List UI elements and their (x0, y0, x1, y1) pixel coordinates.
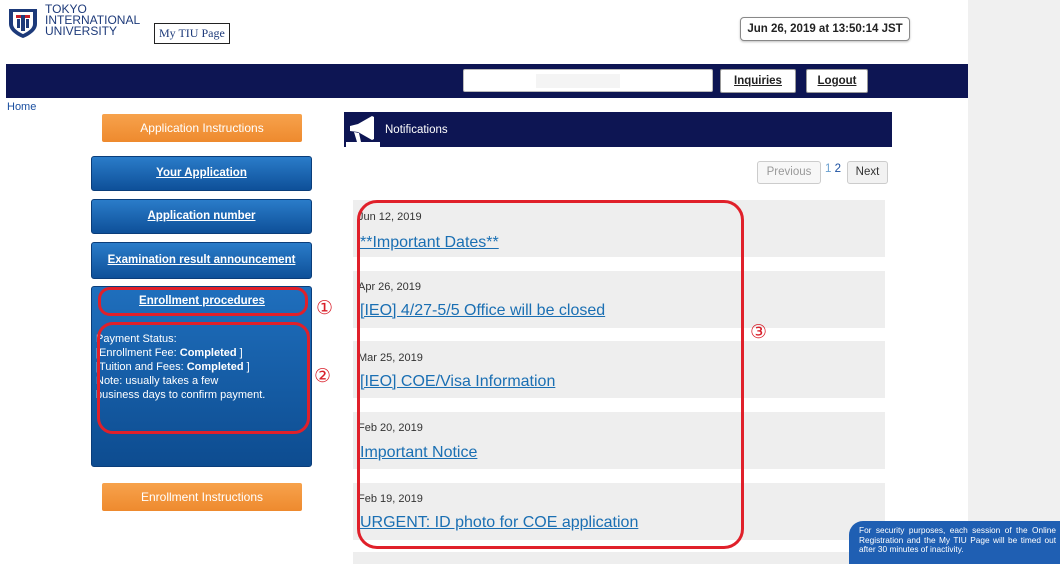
annotation-box-3 (357, 200, 744, 549)
notifications-title: Notifications (385, 124, 448, 136)
logout-button[interactable]: Logout (806, 69, 868, 93)
annotation-box-1 (98, 287, 308, 316)
annotation-number-1: ① (316, 297, 334, 319)
redacted-name (536, 74, 620, 88)
megaphone-icon (346, 112, 380, 148)
page-numbers: 1 2 (825, 163, 841, 175)
university-name-line3: UNIVERSITY (45, 24, 118, 38)
right-margin-panel (968, 0, 1060, 564)
previous-page-button[interactable]: Previous (757, 161, 821, 184)
your-application-button[interactable]: Your Application (91, 156, 312, 191)
user-name-field (463, 69, 713, 92)
inquiries-button[interactable]: Inquiries (720, 69, 796, 93)
page-2-link[interactable]: 2 (835, 163, 841, 175)
university-name: TOKYO INTERNATIONAL UNIVERSITY (45, 3, 140, 38)
my-tiu-page-logo[interactable]: My TIU Page (154, 23, 230, 44)
page-1-link[interactable]: 1 (825, 163, 831, 175)
annotation-number-3: ③ (750, 321, 768, 343)
notification-item-partial (353, 552, 885, 564)
annotation-number-2: ② (314, 365, 332, 387)
session-timeout-notice: For security purposes, each session of t… (849, 521, 1060, 564)
enrollment-instructions-button[interactable]: Enrollment Instructions (102, 483, 302, 511)
current-datetime: Jun 26, 2019 at 13:50:14 JST (740, 17, 910, 41)
breadcrumb-home-link[interactable]: Home (7, 101, 36, 113)
annotation-box-2 (97, 322, 310, 434)
exam-result-button[interactable]: Examination result announcement (91, 242, 312, 279)
next-page-button[interactable]: Next (847, 161, 888, 184)
application-instructions-button[interactable]: Application Instructions (102, 114, 302, 142)
application-number-button[interactable]: Application number (91, 199, 312, 234)
university-logo-icon (9, 9, 37, 38)
